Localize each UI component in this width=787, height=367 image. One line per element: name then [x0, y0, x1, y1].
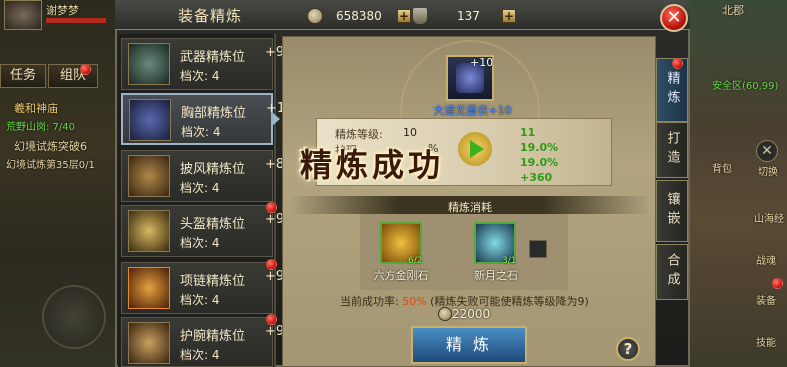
protect-item-checkbox[interactable] [529, 240, 547, 258]
cape-icon [128, 155, 170, 197]
tab-refine-notify-dot [672, 58, 683, 69]
switch-button[interactable]: 切换 [758, 163, 778, 178]
team-notify-dot [80, 64, 91, 75]
chest-armor-icon [129, 99, 171, 141]
stat-old-value: 10 [403, 126, 417, 139]
quest-line[interactable]: 幻境试炼第35层0/1 [6, 156, 95, 171]
cost-coin-icon [438, 307, 452, 321]
panel-title: 装备精炼 [177, 7, 242, 25]
right-arrow-icon [470, 140, 484, 158]
stat-new-value: +360 [520, 171, 553, 184]
selected-slot-level: +10 [470, 56, 494, 69]
slot-item-bracer[interactable]: 护腕精炼位 +9 档次: 4 [121, 314, 284, 367]
ingot-amount: 137 [457, 9, 480, 23]
tab-refine[interactable]: 精炼 [656, 58, 688, 122]
notify-dot [266, 314, 277, 325]
slot-count: 档次: 4 [180, 181, 220, 195]
slot-item-necklace[interactable]: 项链精炼位 +9 档次: 4 [121, 259, 284, 314]
close-button[interactable]: ✕ [660, 4, 688, 32]
tab-synthesis[interactable]: 合成 [656, 244, 688, 300]
safe-zone-label: 安全区(60,99) [712, 81, 779, 92]
player-name: 谢梦梦 [46, 4, 79, 17]
weapon-icon [128, 43, 170, 85]
bracer-icon [128, 322, 170, 364]
slot-item-helmet[interactable]: 头盔精炼位 +9 档次: 4 [121, 202, 284, 257]
slot-count: 档次: 4 [180, 293, 220, 307]
ingot-icon [413, 8, 427, 24]
war-soul-button[interactable]: 战魂 [756, 252, 776, 267]
notify-dot [266, 202, 277, 213]
slot-count: 档次: 4 [180, 236, 220, 250]
stat-new-value: 11 [520, 126, 536, 139]
stat-new-value: 19.0% [520, 156, 559, 169]
quest-title[interactable]: 羲和神庙 [14, 100, 58, 116]
success-rate-value: 50% [402, 295, 427, 308]
quest-tab[interactable]: 任务 [0, 64, 46, 88]
slot-name: 胸部精炼位 [181, 106, 247, 121]
help-button[interactable]: ? [616, 337, 640, 361]
equipment-notify-dot [772, 278, 783, 289]
quest-line[interactable]: 荒野山岗: 7/40 [6, 118, 75, 133]
consume-title: 精炼消耗 [448, 201, 492, 214]
necklace-icon [128, 267, 170, 309]
shanhaijing-button[interactable]: 山海经 [754, 210, 784, 225]
selected-item-name: 大道无量衣+10 [433, 104, 512, 117]
player-avatar[interactable] [4, 0, 42, 30]
material-name: 六方金刚石 [373, 269, 429, 282]
quest-line[interactable]: 幻境试炼突破6 [14, 138, 87, 154]
add-ingot-button[interactable]: + [502, 9, 516, 23]
equipment-button[interactable]: 装备 [756, 292, 776, 307]
slot-name: 项链精炼位 [180, 274, 246, 289]
add-gold-button[interactable]: + [397, 9, 411, 23]
material-count: 3/1 [502, 256, 517, 266]
success-rate-prefix: 当前成功率: [340, 295, 399, 308]
material-name: 新月之石 [474, 269, 518, 282]
slot-count: 档次: 4 [181, 125, 221, 139]
slot-count: 档次: 4 [180, 69, 220, 83]
selection-arrow-icon [272, 112, 280, 126]
helmet-icon [128, 210, 170, 252]
tab-forge[interactable]: 打造 [656, 122, 688, 178]
slot-count: 档次: 4 [180, 348, 220, 362]
gold-amount: 658380 [336, 9, 382, 23]
slot-name: 披风精炼位 [180, 162, 246, 177]
hp-bar [46, 18, 106, 23]
stat-new-value: 19.0% [520, 141, 559, 154]
skill-button[interactable]: 技能 [756, 334, 776, 349]
virtual-joystick[interactable] [42, 285, 106, 349]
notify-dot [266, 259, 277, 270]
refine-success-banner: 精炼成功 [300, 146, 445, 184]
gold-coin-icon [307, 8, 323, 24]
map-name: 北郡 [722, 4, 744, 17]
slot-name: 武器精炼位 [180, 50, 246, 65]
switch-icon[interactable]: ✕ [756, 140, 778, 162]
tab-inlay[interactable]: 镶嵌 [656, 180, 688, 242]
slot-item-weapon[interactable]: 武器精炼位 +9 档次: 4 [121, 38, 284, 90]
bag-button[interactable]: 背包 [712, 160, 732, 175]
slot-item-cape[interactable]: 披风精炼位 +8 档次: 4 [121, 150, 284, 202]
refine-button[interactable]: 精 炼 [411, 326, 527, 364]
slot-item-chest[interactable]: 胸部精炼位 +10 档次: 4 [121, 93, 293, 145]
refine-cost: 22000 [452, 307, 491, 321]
material-count: 6/2 [408, 256, 423, 266]
slot-name: 护腕精炼位 [180, 329, 246, 344]
game-world-right [690, 0, 787, 367]
slot-name: 头盔精炼位 [180, 217, 246, 232]
